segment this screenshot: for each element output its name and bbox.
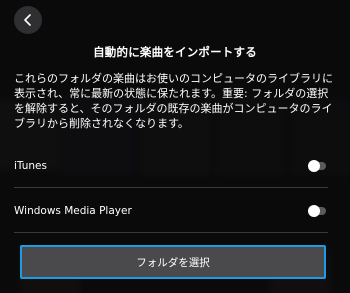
- windows-media-player-toggle[interactable]: [308, 205, 326, 217]
- divider: [14, 187, 328, 188]
- toggle-knob: [308, 160, 320, 172]
- option-label: iTunes: [14, 160, 47, 172]
- dialog-title: 自動的に楽曲をインポートする: [93, 45, 257, 59]
- chevron-left-icon: [23, 14, 33, 26]
- option-label: Windows Media Player: [14, 205, 132, 217]
- back-button[interactable]: [14, 6, 42, 34]
- divider: [14, 232, 328, 233]
- import-music-screen: 自動的に楽曲をインポートする これらのフォルダの楽曲はお使いのコンピュータのライ…: [0, 0, 350, 293]
- select-folder-button[interactable]: フォルダを選択: [20, 245, 326, 279]
- dialog-description: これらのフォルダの楽曲はお使いのコンピュータのライブラリに表示され、常に最新の状…: [14, 72, 333, 130]
- option-windows-media-player: Windows Media Player: [14, 196, 328, 226]
- itunes-toggle[interactable]: [308, 160, 326, 172]
- option-itunes: iTunes: [14, 151, 328, 181]
- toggle-knob: [308, 205, 320, 217]
